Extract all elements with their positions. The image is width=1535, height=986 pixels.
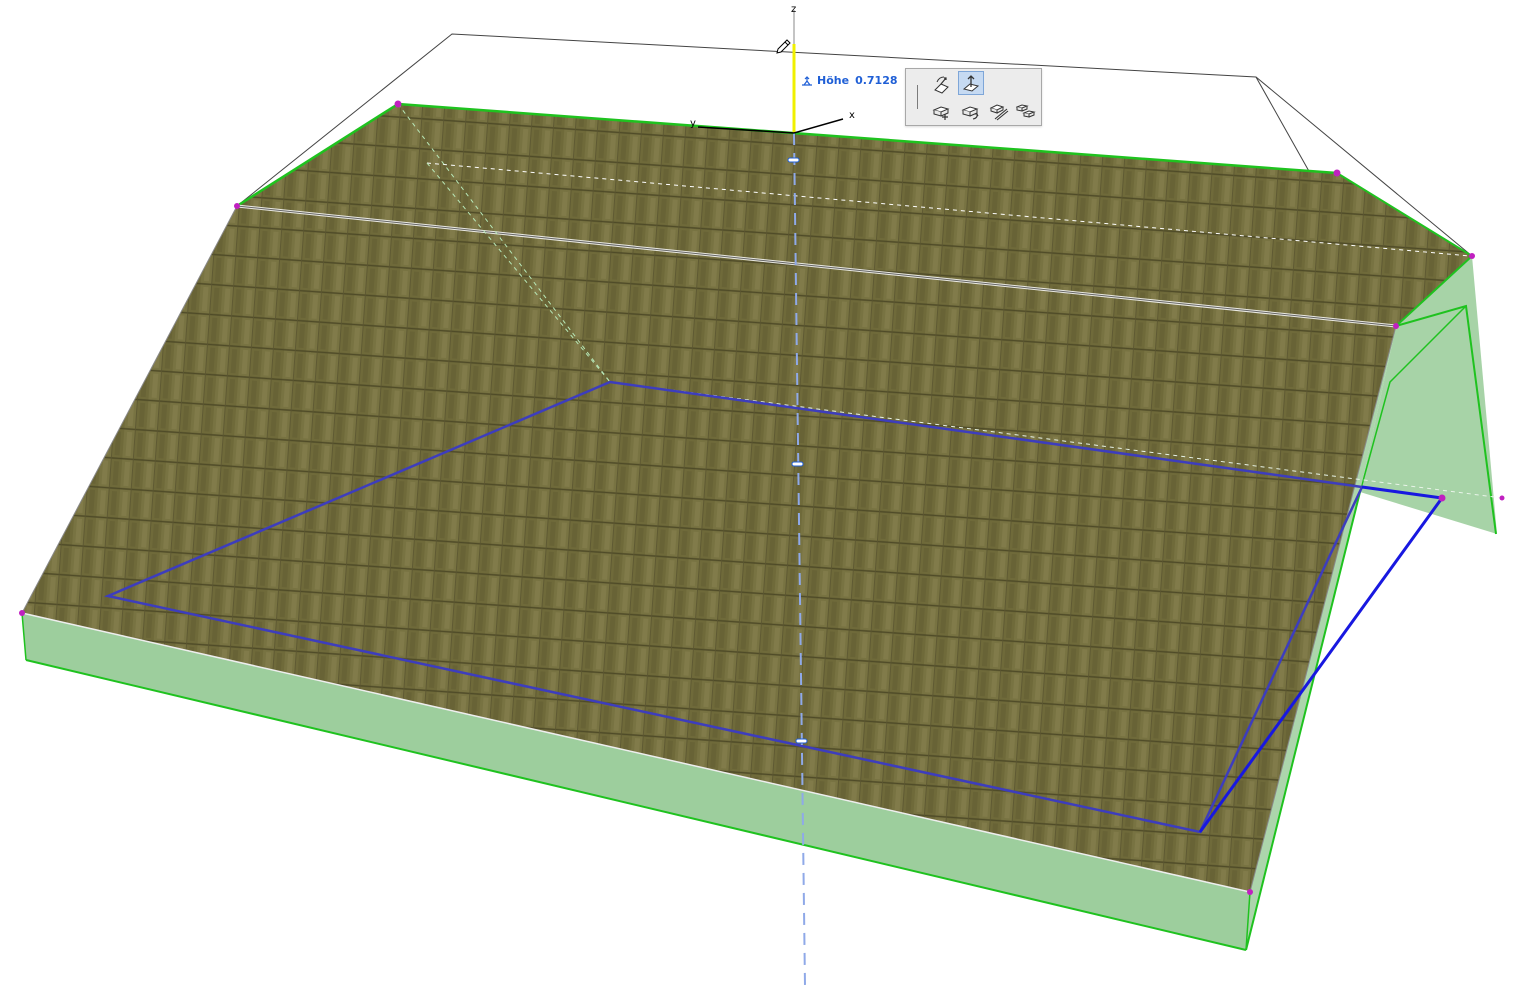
- height-value: 0.7128: [855, 74, 898, 87]
- vertex-node[interactable]: [1438, 494, 1446, 502]
- edit-hotspot-mid[interactable]: [791, 461, 804, 467]
- x-axis: [793, 118, 844, 134]
- rotate-plane-icon: [934, 76, 949, 94]
- pet-palette: [905, 68, 1042, 126]
- edit-hotspot-top[interactable]: [787, 157, 800, 163]
- split-icon: [989, 104, 1009, 121]
- rotate-polygon-icon: [961, 106, 979, 120]
- multiply-button[interactable]: [1013, 99, 1039, 123]
- y-axis-label: y: [690, 118, 696, 129]
- rotate-polygon-button[interactable]: [958, 99, 984, 123]
- edit-hotspot-bottom[interactable]: [795, 738, 808, 744]
- roof-3d-scene[interactable]: z y x: [0, 0, 1535, 986]
- height-label: Höhe: [817, 74, 850, 87]
- split-button[interactable]: [986, 99, 1012, 123]
- vertex-node[interactable]: [1499, 495, 1505, 501]
- height-readout: Höhe 0.7128: [801, 74, 898, 87]
- z-axis-label: z: [791, 4, 796, 15]
- pencil-cursor-icon: [776, 39, 791, 54]
- offset-polygon-icon: [932, 106, 950, 120]
- x-axis-label: x: [849, 110, 855, 121]
- vertex-node[interactable]: [394, 100, 402, 108]
- vertex-node[interactable]: [19, 610, 25, 616]
- vertex-node[interactable]: [1469, 253, 1475, 259]
- elevation-icon: [802, 75, 812, 86]
- palette-separator: [917, 85, 918, 109]
- vertex-node[interactable]: [1247, 889, 1253, 895]
- vertex-node[interactable]: [1393, 323, 1399, 329]
- vertex-node[interactable]: [234, 203, 240, 209]
- vertex-node[interactable]: [1333, 169, 1341, 177]
- elevate-plane-button[interactable]: [958, 71, 984, 95]
- rotate-plane-button[interactable]: [929, 72, 955, 96]
- offset-polygon-button[interactable]: [929, 99, 955, 123]
- elevate-plane-icon: [962, 75, 980, 92]
- 3d-viewport[interactable]: z y x Höhe 0.7128: [0, 0, 1535, 986]
- multiply-icon: [1016, 104, 1036, 118]
